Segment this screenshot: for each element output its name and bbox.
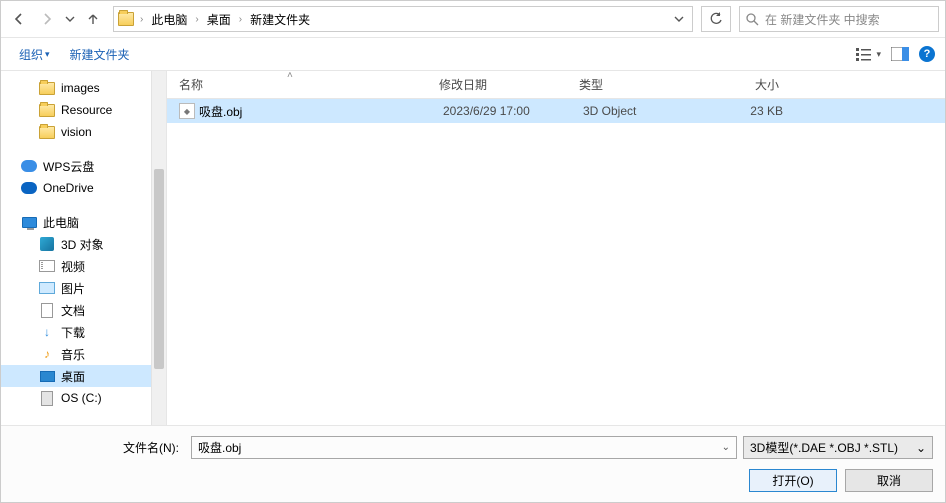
column-type[interactable]: 类型 — [579, 76, 709, 93]
file-row[interactable]: ◆ 吸盘.obj 2023/6/29 17:00 3D Object 23 KB — [167, 99, 945, 123]
film-icon — [39, 258, 55, 274]
up-button[interactable] — [81, 7, 105, 31]
cube-icon — [39, 236, 55, 252]
view-options-button[interactable]: ▾ — [856, 47, 881, 61]
column-headers: ˄ 名称 修改日期 类型 大小 — [167, 71, 945, 99]
address-dropdown[interactable] — [670, 14, 688, 24]
nav-bar: › 此电脑 › 桌面 › 新建文件夹 在 新建文件夹 中搜索 — [1, 1, 945, 37]
dialog-footer: 文件名(N): 吸盘.obj ⌄ 3D模型(*.DAE *.OBJ *.STL)… — [1, 425, 945, 502]
obj-file-icon: ◆ — [179, 103, 195, 119]
chevron-down-icon: ⌄ — [916, 441, 926, 455]
breadcrumb-folder[interactable]: 新建文件夹 — [248, 11, 312, 28]
folder-icon — [39, 80, 55, 96]
column-name[interactable]: 名称 — [179, 76, 439, 93]
toolbar: 组织 ▾ 新建文件夹 ▾ ? — [1, 37, 945, 71]
search-placeholder: 在 新建文件夹 中搜索 — [765, 11, 880, 28]
filename-label: 文件名(N): — [1, 439, 185, 456]
folder-tree: images Resource vision WPS云盘 OneDrive 此电… — [1, 71, 167, 425]
search-input[interactable]: 在 新建文件夹 中搜索 — [739, 6, 939, 32]
drive-icon — [39, 390, 55, 406]
breadcrumb-desktop[interactable]: 桌面 — [205, 11, 233, 28]
filter-value: 3D模型(*.DAE *.OBJ *.STL) — [750, 439, 898, 456]
tree-item-3dobjects[interactable]: 3D 对象 — [1, 233, 166, 255]
desktop-icon — [39, 368, 55, 384]
tree-item-videos[interactable]: 视频 — [1, 255, 166, 277]
file-size: 23 KB — [713, 104, 783, 118]
search-icon — [746, 13, 759, 26]
back-button[interactable] — [7, 7, 31, 31]
new-folder-button[interactable]: 新建文件夹 — [62, 42, 138, 67]
chevron-down-icon: ⌄ — [722, 442, 730, 453]
file-list: ˄ 名称 修改日期 类型 大小 ◆ 吸盘.obj 2023/6/29 17:00… — [167, 71, 945, 425]
chevron-down-icon: ▾ — [876, 49, 881, 60]
open-button[interactable]: 打开(O) — [749, 469, 837, 492]
pc-icon — [21, 214, 37, 230]
sort-indicator-icon: ˄ — [287, 70, 293, 81]
tree-item-wps[interactable]: WPS云盘 — [1, 155, 166, 177]
refresh-button[interactable] — [701, 6, 731, 32]
tree-item-desktop[interactable]: 桌面 — [1, 365, 166, 387]
chevron-right-icon: › — [138, 14, 145, 25]
forward-button[interactable] — [35, 7, 59, 31]
filename-input[interactable]: 吸盘.obj ⌄ — [191, 436, 737, 459]
help-button[interactable]: ? — [919, 46, 935, 62]
address-bar[interactable]: › 此电脑 › 桌面 › 新建文件夹 — [113, 6, 693, 32]
column-date[interactable]: 修改日期 — [439, 76, 579, 93]
music-icon: ♪ — [39, 346, 55, 362]
tree-item-onedrive[interactable]: OneDrive — [1, 177, 166, 199]
tree-item-osc[interactable]: OS (C:) — [1, 387, 166, 409]
filename-value: 吸盘.obj — [198, 439, 241, 456]
file-type: 3D Object — [583, 104, 713, 118]
filetype-filter[interactable]: 3D模型(*.DAE *.OBJ *.STL) ⌄ — [743, 436, 933, 459]
organize-button[interactable]: 组织 ▾ — [11, 42, 58, 67]
folder-icon — [39, 124, 55, 140]
download-icon: ↓ — [39, 324, 55, 340]
chevron-down-icon: ▾ — [45, 49, 50, 60]
cloud-icon — [21, 158, 37, 174]
tree-item-downloads[interactable]: ↓下载 — [1, 321, 166, 343]
tree-item-thispc[interactable]: 此电脑 — [1, 211, 166, 233]
tree-item-vision[interactable]: vision — [1, 121, 166, 143]
breadcrumb-this-pc[interactable]: 此电脑 — [149, 11, 189, 28]
main-area: images Resource vision WPS云盘 OneDrive 此电… — [1, 71, 945, 425]
preview-pane-button[interactable] — [891, 47, 909, 61]
tree-item-resource[interactable]: Resource — [1, 99, 166, 121]
file-date: 2023/6/29 17:00 — [443, 104, 583, 118]
document-icon — [39, 302, 55, 318]
history-dropdown[interactable] — [63, 14, 77, 24]
folder-icon — [39, 102, 55, 118]
image-icon — [39, 280, 55, 296]
chevron-right-icon: › — [237, 14, 244, 25]
organize-label: 组织 — [19, 46, 43, 63]
cancel-button[interactable]: 取消 — [845, 469, 933, 492]
tree-item-pictures[interactable]: 图片 — [1, 277, 166, 299]
tree-item-images[interactable]: images — [1, 77, 166, 99]
tree-scrollbar[interactable] — [151, 71, 166, 425]
column-size[interactable]: 大小 — [709, 76, 779, 93]
folder-icon — [118, 11, 134, 27]
chevron-right-icon: › — [193, 14, 200, 25]
tree-item-documents[interactable]: 文档 — [1, 299, 166, 321]
file-name: 吸盘.obj — [199, 103, 443, 120]
new-folder-label: 新建文件夹 — [70, 46, 130, 63]
cloud-icon — [21, 180, 37, 196]
tree-item-music[interactable]: ♪音乐 — [1, 343, 166, 365]
